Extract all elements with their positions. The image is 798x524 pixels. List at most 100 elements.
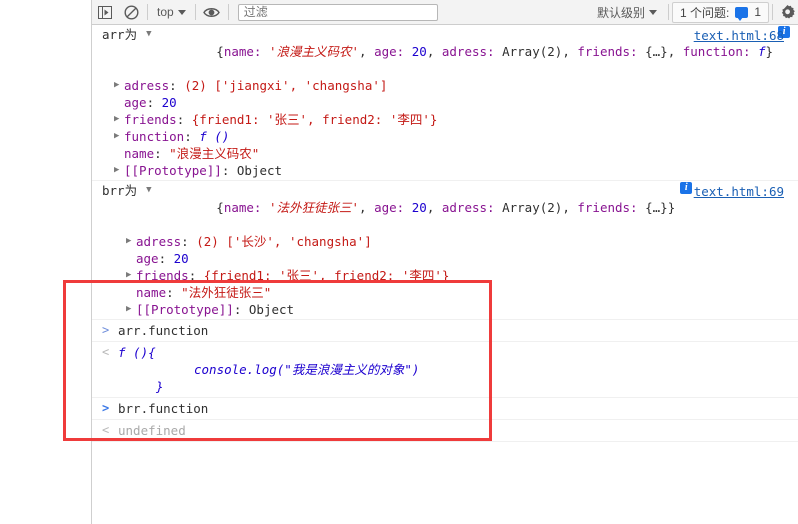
console-input-row-arr-function[interactable]: > arr.function — [92, 320, 798, 342]
preview-token: f — [758, 44, 766, 59]
expand-arrow-icon[interactable]: ▶ — [114, 162, 124, 179]
property-value: {friend1: '张三', friend2: '李四'} — [203, 268, 450, 283]
preview-token: , — [562, 200, 578, 215]
console-filter-input[interactable] — [237, 3, 438, 21]
property-name: friends — [136, 268, 189, 283]
property-value: (2) ['jiangxi', 'changsha'] — [184, 78, 388, 93]
property-name: name — [136, 285, 167, 300]
object-property-row[interactable]: ▶ adress: (2) ['jiangxi', 'changsha'] — [102, 77, 798, 94]
preview-token: name: — [223, 44, 269, 59]
object-property-row[interactable]: name: "法外狂徒张三" — [102, 284, 798, 301]
expand-arrow-icon[interactable]: ▶ — [114, 77, 124, 94]
preview-token: adress: — [441, 44, 503, 59]
page-left-margin — [0, 0, 92, 524]
no-arrow-spacer — [114, 94, 124, 111]
issues-chip-icon — [735, 6, 749, 21]
console-input-text: brr.function — [118, 401, 209, 416]
preview-token: , — [426, 200, 442, 215]
live-expression-button[interactable] — [199, 0, 225, 25]
clear-console-icon — [123, 4, 139, 20]
toolbar-divider-1 — [147, 4, 148, 20]
object-property-row[interactable]: age: 20 — [102, 94, 798, 111]
preview-token: age: — [374, 44, 412, 59]
property-name: name — [124, 146, 155, 161]
no-arrow-spacer — [126, 250, 136, 267]
preview-token: {…} — [645, 44, 668, 59]
preview-token: { — [216, 200, 224, 215]
preview-token: { — [216, 44, 224, 59]
property-colon: : — [146, 95, 162, 110]
property-name: age — [124, 95, 147, 110]
no-arrow-spacer — [114, 145, 124, 162]
issues-label: 1 个问题: — [679, 5, 730, 20]
function-source-line-2: console.log("我是浪漫主义的对象") — [194, 362, 420, 377]
property-colon: : — [154, 146, 170, 161]
preview-token: friends: — [577, 44, 646, 59]
console-message-brr[interactable]: text.html:69 brr为 ▼ {name: '法外狂徒张三', age… — [92, 181, 798, 320]
console-toolbar: top 默认级别 1 个问题: 1 — [92, 0, 798, 25]
console-output-text: undefined — [118, 423, 186, 438]
console-message-arr[interactable]: text.html:68 arr为 ▼ {name: '浪漫主义码农', age… — [92, 25, 798, 181]
toolbar-divider-4 — [667, 4, 669, 20]
property-name: adress — [124, 78, 170, 93]
object-property-row[interactable]: ▶ function: f () — [102, 128, 798, 145]
console-output-area[interactable]: text.html:68 arr为 ▼ {name: '浪漫主义码农', age… — [92, 25, 798, 524]
expand-arrow-icon[interactable]: ▶ — [114, 111, 124, 128]
property-name: adress — [136, 234, 182, 249]
expand-arrow-icon[interactable]: ▶ — [126, 301, 136, 318]
property-value: "法外狂徒张三" — [181, 285, 272, 300]
toolbar-divider-2 — [194, 4, 196, 20]
console-input-text: arr.function — [118, 323, 209, 338]
chevron-down-icon — [177, 9, 186, 15]
object-preview-arr: {name: '浪漫主义码农', age: 20, adress: Array(… — [156, 26, 773, 77]
object-preview-brr: {name: '法外狂徒张三', age: 20, adress: Array(… — [156, 182, 675, 233]
property-colon: : — [166, 285, 182, 300]
log-level-label: 默认级别 — [596, 5, 645, 20]
console-output-row-function[interactable]: < f (){ console.log("我是浪漫主义的对象") } — [92, 342, 798, 398]
preview-token: function: — [682, 44, 759, 59]
console-input-row-brr-function[interactable]: > brr.function — [92, 398, 798, 420]
object-property-row[interactable]: ▶ friends: {friend1: '张三', friend2: '李四'} — [102, 267, 798, 284]
expand-arrow-icon[interactable]: ▶ — [126, 233, 136, 250]
source-link-brr[interactable]: text.html:69 — [694, 183, 784, 200]
function-source-line-3: } — [156, 379, 164, 394]
toolbar-divider-3 — [227, 4, 229, 20]
execution-context-selector[interactable]: top — [151, 3, 192, 22]
input-prompt-icon: > — [102, 323, 110, 337]
preview-token: '法外狂徒张三' — [268, 200, 360, 215]
execution-context-label: top — [157, 5, 174, 19]
preview-token: , — [359, 200, 375, 215]
preview-token: Array(2) — [502, 44, 563, 59]
info-icon[interactable]: i — [680, 182, 693, 194]
expand-arrow-icon[interactable]: ▶ — [114, 128, 124, 145]
preview-token: Array(2) — [502, 200, 563, 215]
property-value: f () — [199, 129, 230, 144]
expand-arrow-icon[interactable]: ▼ — [146, 182, 156, 199]
object-property-row[interactable]: ▶ friends: {friend1: '张三', friend2: '李四'} — [102, 111, 798, 128]
log-label-arr: arr为 — [102, 27, 138, 42]
property-colon: : — [158, 251, 174, 266]
settings-button[interactable] — [776, 0, 798, 25]
issues-button[interactable]: 1 个问题: 1 — [671, 1, 769, 23]
live-expression-eye-icon — [203, 7, 221, 17]
clear-console-button[interactable] — [118, 0, 144, 25]
object-prototype-row[interactable]: ▶ [[Prototype]]: Object — [102, 301, 798, 318]
log-level-selector[interactable]: 默认级别 — [591, 3, 663, 22]
source-link-arr[interactable]: text.html:68 — [694, 27, 784, 44]
object-prototype-row[interactable]: ▶ [[Prototype]]: Object — [102, 162, 798, 179]
property-value: {friend1: '张三', friend2: '李四'} — [191, 112, 438, 127]
expand-arrow-icon[interactable]: ▶ — [126, 267, 136, 284]
property-value: 20 — [161, 95, 177, 110]
console-output-row-undefined[interactable]: < undefined — [92, 420, 798, 442]
object-property-row[interactable]: ▶ adress: (2) ['长沙', 'changsha'] — [102, 233, 798, 250]
preview-token: } — [667, 200, 676, 215]
object-property-row[interactable]: name: "浪漫主义码农" — [102, 145, 798, 162]
property-colon: : — [169, 78, 185, 93]
property-colon: : — [181, 234, 197, 249]
toolbar-divider-5 — [772, 4, 773, 20]
console-sidebar-toggle-button[interactable] — [92, 0, 118, 25]
expand-arrow-icon[interactable]: ▼ — [146, 26, 156, 43]
output-prompt-icon: < — [102, 423, 110, 437]
object-property-row[interactable]: age: 20 — [102, 250, 798, 267]
property-name: [[Prototype]] — [124, 163, 222, 178]
